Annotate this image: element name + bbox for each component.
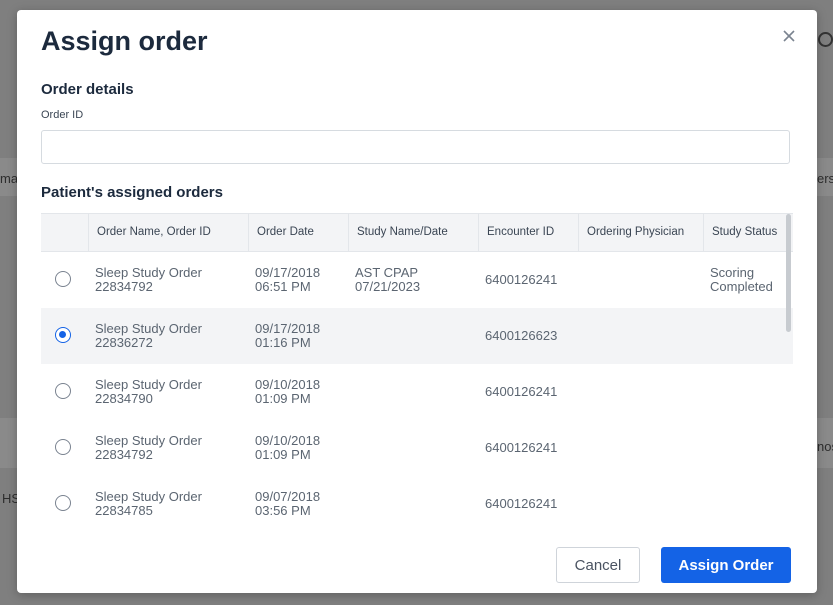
assign-order-dialog: Assign order Order details Order ID Pati… — [17, 10, 817, 593]
order-date-cell: 09/17/2018 06:51 PM — [255, 265, 321, 294]
encounter-id-cell: 6400126241 — [485, 496, 558, 511]
column-header-ordering-physician: Ordering Physician — [578, 214, 703, 251]
row-select-radio[interactable] — [55, 271, 71, 287]
order-date-cell: 09/10/2018 01:09 PM — [255, 433, 321, 462]
close-icon[interactable] — [779, 26, 799, 46]
table-scrollbar[interactable] — [786, 214, 791, 332]
order-name-cell: Sleep Study Order 22834792 — [95, 433, 202, 462]
background-search-icon — [818, 32, 833, 47]
encounter-id-cell: 6400126241 — [485, 384, 558, 399]
encounter-id-cell: 6400126241 — [485, 440, 558, 455]
background-text-fragment: ers — [817, 171, 833, 186]
column-header-order-date: Order Date — [248, 214, 348, 251]
background-text-fragment: ma — [0, 171, 19, 186]
column-header-order-name: Order Name, Order ID — [88, 214, 248, 251]
column-header-study-status: Study Status — [703, 214, 793, 251]
background-text-fragment: nos — [817, 439, 833, 454]
table-row[interactable]: Sleep Study Order 22834792 09/17/2018 06:5… — [41, 252, 793, 309]
column-header-encounter-id: Encounter ID — [478, 214, 578, 251]
encounter-id-cell: 6400126623 — [485, 328, 558, 343]
dialog-title: Assign order — [41, 26, 208, 56]
column-header-select — [41, 214, 88, 251]
order-details-heading: Order details — [41, 81, 134, 98]
order-name-cell: Sleep Study Order 22834790 — [95, 377, 202, 406]
table-header: Order Name, Order ID Order Date Study Na… — [41, 214, 793, 252]
order-id-label: Order ID — [41, 109, 84, 121]
order-name-cell: Sleep Study Order 22834785 — [95, 489, 202, 518]
assigned-orders-table: Order Name, Order ID Order Date Study Na… — [41, 213, 793, 529]
table-row[interactable]: Sleep Study Order 22834785 09/07/2018 03:5… — [41, 476, 793, 529]
row-select-radio[interactable] — [55, 383, 71, 399]
order-date-cell: 09/07/2018 03:56 PM — [255, 489, 321, 518]
row-select-radio[interactable] — [55, 327, 71, 343]
table-row[interactable]: Sleep Study Order 22836272 09/17/2018 01:1… — [41, 308, 793, 365]
order-date-cell: 09/10/2018 01:09 PM — [255, 377, 321, 406]
study-name-cell: AST CPAP 07/21/2023 — [355, 265, 421, 294]
table-row[interactable]: Sleep Study Order 22834792 09/10/2018 01:0… — [41, 420, 793, 477]
order-name-cell: Sleep Study Order 22834792 — [95, 265, 202, 294]
table-row[interactable]: Sleep Study Order 22834790 09/10/2018 01:0… — [41, 364, 793, 421]
assigned-orders-heading: Patient's assigned orders — [41, 184, 223, 201]
assign-order-button[interactable]: Assign Order — [661, 547, 791, 583]
study-status-cell: Scoring Completed — [710, 265, 773, 294]
row-select-radio[interactable] — [55, 495, 71, 511]
row-select-radio[interactable] — [55, 439, 71, 455]
order-name-cell: Sleep Study Order 22836272 — [95, 321, 202, 350]
order-date-cell: 09/17/2018 01:16 PM — [255, 321, 321, 350]
column-header-study-name: Study Name/Date — [348, 214, 478, 251]
encounter-id-cell: 6400126241 — [485, 272, 558, 287]
cancel-button[interactable]: Cancel — [556, 547, 640, 583]
order-id-input[interactable] — [41, 130, 790, 164]
